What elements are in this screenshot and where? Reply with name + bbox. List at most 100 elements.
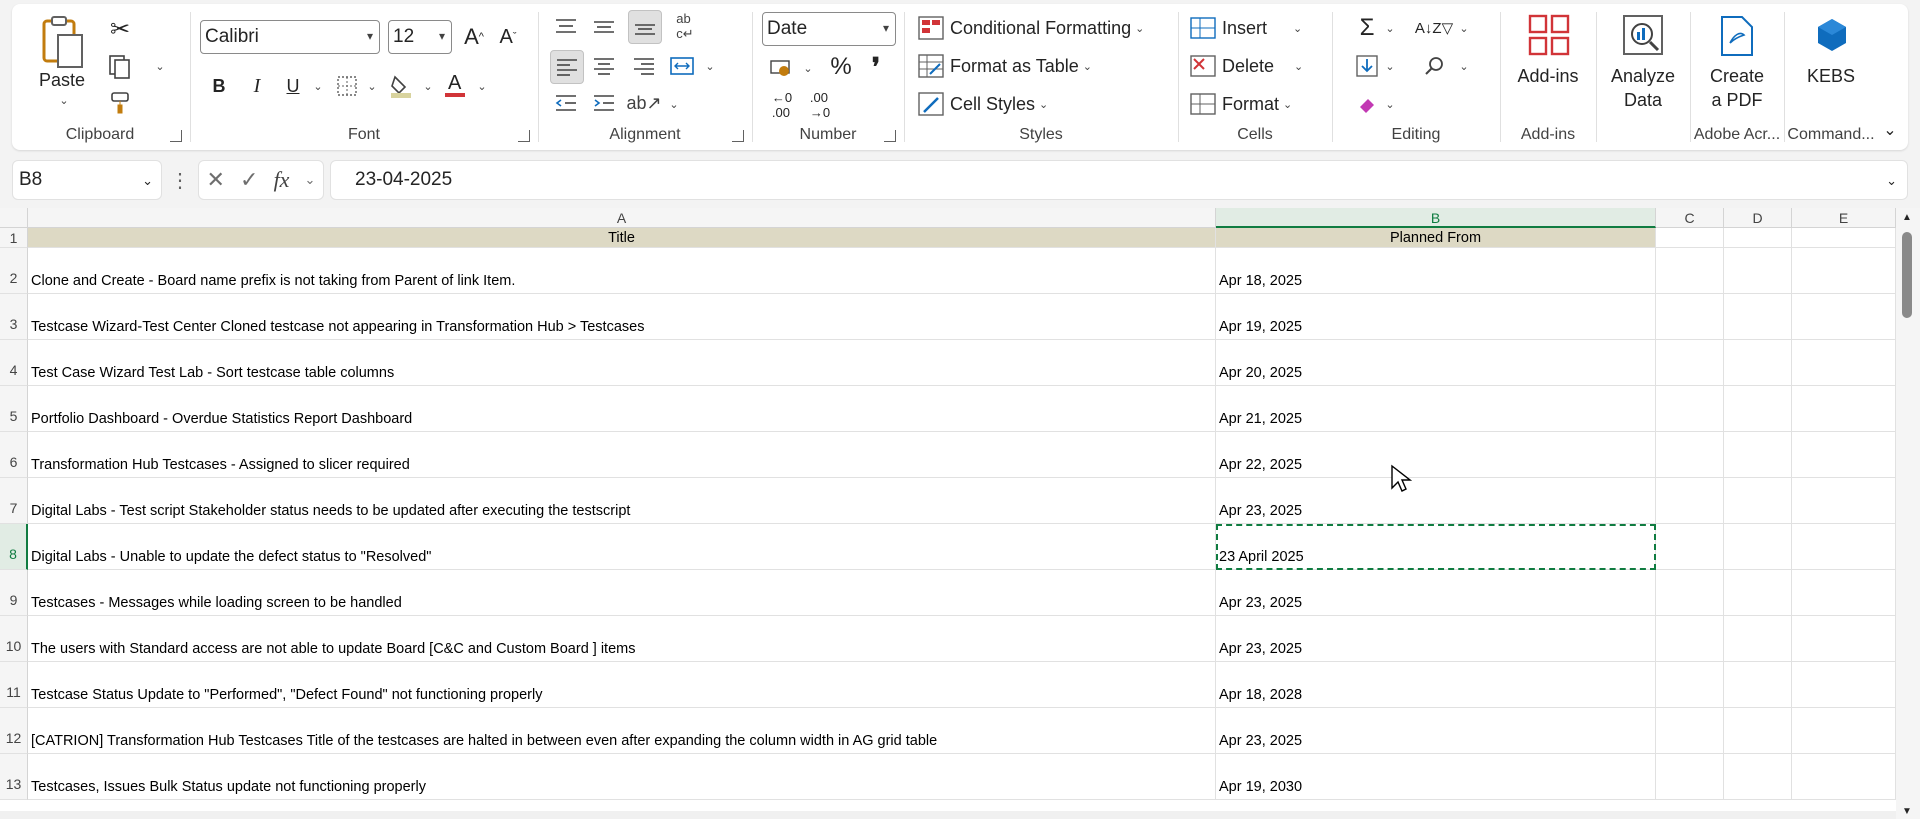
pdf-icon[interactable] (1716, 14, 1758, 58)
row-header[interactable]: 10 (0, 616, 28, 662)
font-family-select[interactable]: Calibri ▾ (200, 20, 380, 54)
clipboard-launcher-icon[interactable] (170, 130, 182, 142)
percent-style-button[interactable]: % (826, 52, 856, 82)
row-header[interactable]: 4 (0, 340, 28, 386)
wrap-text-icon[interactable]: ab c↵ (668, 10, 702, 42)
paste-icon[interactable] (32, 12, 92, 72)
delete-button[interactable]: Delete ⌄ (1190, 50, 1303, 82)
header-cell-a[interactable]: Title (28, 228, 1216, 248)
font-launcher-icon[interactable] (518, 130, 530, 142)
header-cell-b[interactable]: Planned From (1216, 228, 1656, 248)
align-right-icon[interactable] (628, 50, 660, 82)
orientation-dropdown-icon[interactable]: ⌄ (664, 92, 680, 116)
empty-cell[interactable] (1792, 754, 1896, 800)
number-launcher-icon[interactable] (884, 130, 896, 142)
font-size-select[interactable]: 12 ▾ (388, 20, 452, 54)
column-header-a[interactable]: A (28, 208, 1216, 228)
empty-cell[interactable] (1656, 662, 1724, 708)
row-header[interactable]: 5 (0, 386, 28, 432)
title-cell[interactable]: Testcase Wizard-Test Center Cloned testc… (28, 294, 1216, 340)
vertical-scrollbar[interactable]: ▲ ▼ (1896, 208, 1920, 819)
increase-indent-icon[interactable] (588, 88, 620, 118)
empty-cell[interactable] (1724, 570, 1792, 616)
planned-from-cell[interactable]: Apr 19, 2030 (1216, 754, 1656, 800)
fill-icon[interactable] (1352, 50, 1382, 82)
empty-cell[interactable] (1656, 386, 1724, 432)
enter-icon[interactable]: ✓ (240, 167, 258, 193)
format-button[interactable]: Format ⌄ (1190, 88, 1292, 120)
empty-cell[interactable] (1656, 228, 1724, 248)
decrease-indent-icon[interactable] (550, 88, 582, 118)
empty-cell[interactable] (1792, 340, 1896, 386)
row-header[interactable]: 1 (0, 228, 28, 248)
align-left-icon[interactable] (550, 50, 584, 84)
analyze-label-line2[interactable]: Data (1598, 88, 1688, 112)
align-top-icon[interactable] (550, 10, 582, 42)
fill-color-dropdown-icon[interactable]: ⌄ (418, 74, 434, 98)
scroll-up-icon[interactable]: ▲ (1902, 212, 1912, 223)
column-header-e[interactable]: E (1792, 208, 1896, 228)
row-header[interactable]: 12 (0, 708, 28, 754)
scrollbar-thumb[interactable] (1902, 232, 1912, 318)
expand-formula-icon[interactable]: ⌄ (1886, 173, 1897, 189)
scroll-down-icon[interactable]: ▼ (1902, 806, 1912, 817)
fill-dropdown-icon[interactable]: ⌄ (1380, 54, 1396, 78)
row-header[interactable]: 2 (0, 248, 28, 294)
increase-font-icon[interactable]: A ^ (458, 20, 490, 54)
clear-icon[interactable] (1352, 88, 1382, 120)
font-color-dropdown-icon[interactable]: ⌄ (472, 74, 488, 98)
paste-dropdown-icon[interactable]: ⌄ (52, 92, 72, 108)
empty-cell[interactable] (1724, 294, 1792, 340)
formula-input[interactable]: 23-04-2025 ⌄ (330, 160, 1908, 200)
copy-icon[interactable] (104, 52, 136, 82)
cell-styles-button[interactable]: Cell Styles ⌄ (918, 88, 1048, 120)
align-bottom-icon[interactable] (628, 10, 662, 44)
row-header[interactable]: 6 (0, 432, 28, 478)
row-header[interactable]: 13 (0, 754, 28, 800)
planned-from-cell[interactable]: Apr 18, 2025 (1216, 248, 1656, 294)
row-header[interactable]: 3 (0, 294, 28, 340)
empty-cell[interactable] (1724, 340, 1792, 386)
title-cell[interactable]: Transformation Hub Testcases - Assigned … (28, 432, 1216, 478)
empty-cell[interactable] (1656, 294, 1724, 340)
underline-dropdown-icon[interactable]: ⌄ (308, 74, 324, 98)
title-cell[interactable]: Clone and Create - Board name prefix is … (28, 248, 1216, 294)
empty-cell[interactable] (1792, 248, 1896, 294)
copy-dropdown-icon[interactable]: ⌄ (148, 56, 168, 76)
clear-dropdown-icon[interactable]: ⌄ (1380, 92, 1396, 116)
borders-dropdown-icon[interactable]: ⌄ (362, 74, 378, 98)
accounting-dropdown-icon[interactable]: ⌄ (798, 56, 814, 80)
empty-cell[interactable] (1656, 432, 1724, 478)
empty-cell[interactable] (1656, 340, 1724, 386)
empty-cell[interactable] (1724, 524, 1792, 570)
number-format-select[interactable]: Date ▾ (762, 12, 896, 46)
merge-center-icon[interactable] (666, 50, 698, 82)
empty-cell[interactable] (1792, 294, 1896, 340)
empty-cell[interactable] (1656, 616, 1724, 662)
merge-dropdown-icon[interactable]: ⌄ (700, 54, 716, 78)
planned-from-cell[interactable]: Apr 18, 2028 (1216, 662, 1656, 708)
more-options-icon[interactable]: ⋮ (170, 164, 190, 196)
analyze-data-icon[interactable] (1620, 12, 1666, 58)
empty-cell[interactable] (1724, 248, 1792, 294)
name-box[interactable]: B8 ⌄ (12, 160, 162, 200)
title-cell[interactable]: Digital Labs - Test script Stakeholder s… (28, 478, 1216, 524)
collapse-ribbon-icon[interactable]: ⌄ (1880, 120, 1900, 140)
decrease-decimal-icon[interactable]: .00 →0 (804, 90, 836, 120)
addins-button-label[interactable]: Add-ins (1502, 64, 1594, 88)
planned-from-cell[interactable]: Apr 22, 2025 (1216, 432, 1656, 478)
find-select-dropdown-icon[interactable]: ⌄ (1454, 54, 1470, 78)
title-cell[interactable]: Portfolio Dashboard - Overdue Statistics… (28, 386, 1216, 432)
addins-icon[interactable] (1526, 12, 1572, 58)
title-cell[interactable]: Digital Labs - Unable to update the defe… (28, 524, 1216, 570)
empty-cell[interactable] (1792, 708, 1896, 754)
alignment-launcher-icon[interactable] (732, 130, 744, 142)
empty-cell[interactable] (1656, 524, 1724, 570)
title-cell[interactable]: [CATRION] Transformation Hub Testcases T… (28, 708, 1216, 754)
bold-button[interactable]: B (204, 70, 234, 102)
orientation-icon[interactable]: ab↗ (626, 88, 661, 118)
align-middle-icon[interactable] (588, 10, 620, 42)
row-header[interactable]: 9 (0, 570, 28, 616)
title-cell[interactable]: The users with Standard access are not a… (28, 616, 1216, 662)
row-header[interactable]: 8 (0, 524, 28, 570)
